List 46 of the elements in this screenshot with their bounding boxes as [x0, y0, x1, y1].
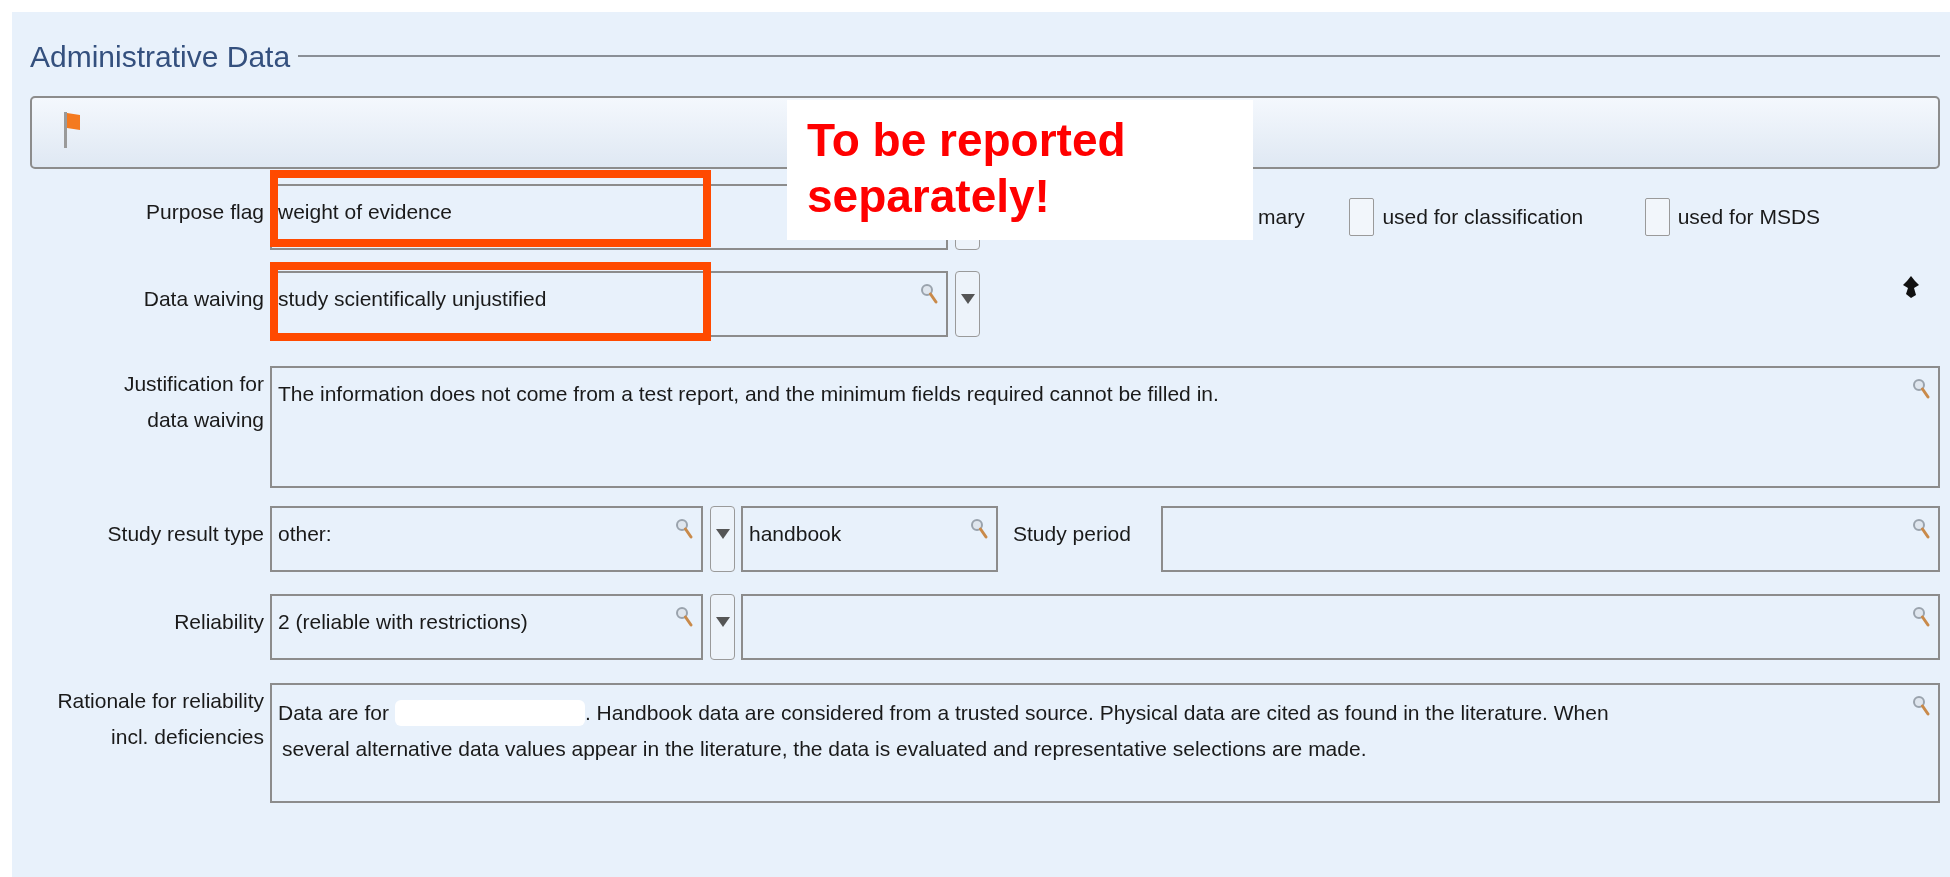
field-value: study scientifically unjustified	[278, 286, 547, 312]
cursor-icon	[1902, 275, 1920, 299]
justification-field[interactable]: The information does not come from a test report, and the minimum fields required cannot be filled in.	[270, 366, 1940, 488]
field-label: Justification for data waiving	[122, 371, 264, 433]
flag-icon[interactable]	[62, 110, 82, 150]
search-icon[interactable]	[1912, 378, 1930, 400]
rationale-text: Data are for	[278, 700, 389, 726]
field-label: Purpose flag	[146, 199, 264, 225]
caret-icon	[715, 529, 730, 539]
study-result-detail-field[interactable]: handbook	[741, 506, 998, 572]
checkbox-label: used for MSDS	[1677, 204, 1821, 231]
section-title: Administrative Data	[30, 38, 291, 75]
checkbox-label: used for classification	[1382, 204, 1584, 231]
note-tooltip: To be reported separately!	[787, 100, 1253, 240]
rationale-field[interactable]	[270, 683, 1940, 803]
field-label: Reliability	[174, 609, 264, 635]
field-value: The information does not come from a test report, and the minimum fields required cannot be filled in.	[278, 381, 1219, 407]
search-icon[interactable]	[970, 518, 988, 540]
dropdown-button[interactable]	[710, 594, 735, 660]
reliability-remarks-field[interactable]	[741, 594, 1940, 660]
checkbox[interactable]	[1644, 198, 1670, 236]
dropdown-button[interactable]	[710, 506, 735, 572]
checkbox-label: mary	[1258, 204, 1305, 231]
field-label: Study result type	[107, 521, 264, 547]
field-label: Study period	[1013, 521, 1132, 547]
checkbox[interactable]	[1349, 198, 1375, 236]
search-icon[interactable]	[1912, 606, 1930, 628]
field-label: Data waiving	[143, 286, 264, 312]
field-label: Rationale for reliability incl. deficiencies	[56, 688, 264, 750]
reliability-field[interactable]: 2 (reliable with restrictions)	[270, 594, 703, 660]
caret-icon	[960, 294, 975, 304]
field-value: other:	[278, 521, 332, 547]
rationale-text: . Handbook data are considered from a trusted source. Physical data are cited as found in the literature. When	[584, 700, 1609, 726]
field-value: handbook	[749, 521, 842, 547]
search-icon[interactable]	[675, 518, 693, 540]
study-result-type-field[interactable]: other:	[270, 506, 703, 572]
search-icon[interactable]	[675, 606, 693, 628]
field-value: 2 (reliable with restrictions)	[278, 609, 528, 635]
search-icon[interactable]	[1912, 518, 1930, 540]
caret-icon	[715, 617, 730, 627]
search-icon[interactable]	[920, 283, 938, 305]
study-period-field[interactable]	[1161, 506, 1940, 572]
dropdown-button[interactable]	[955, 271, 980, 337]
search-icon[interactable]	[1912, 695, 1930, 717]
field-value: weight of evidence	[278, 199, 452, 225]
rationale-text: several alternative data values appear in the literature, the data is evaluated and representative selections are made.	[281, 736, 1368, 762]
